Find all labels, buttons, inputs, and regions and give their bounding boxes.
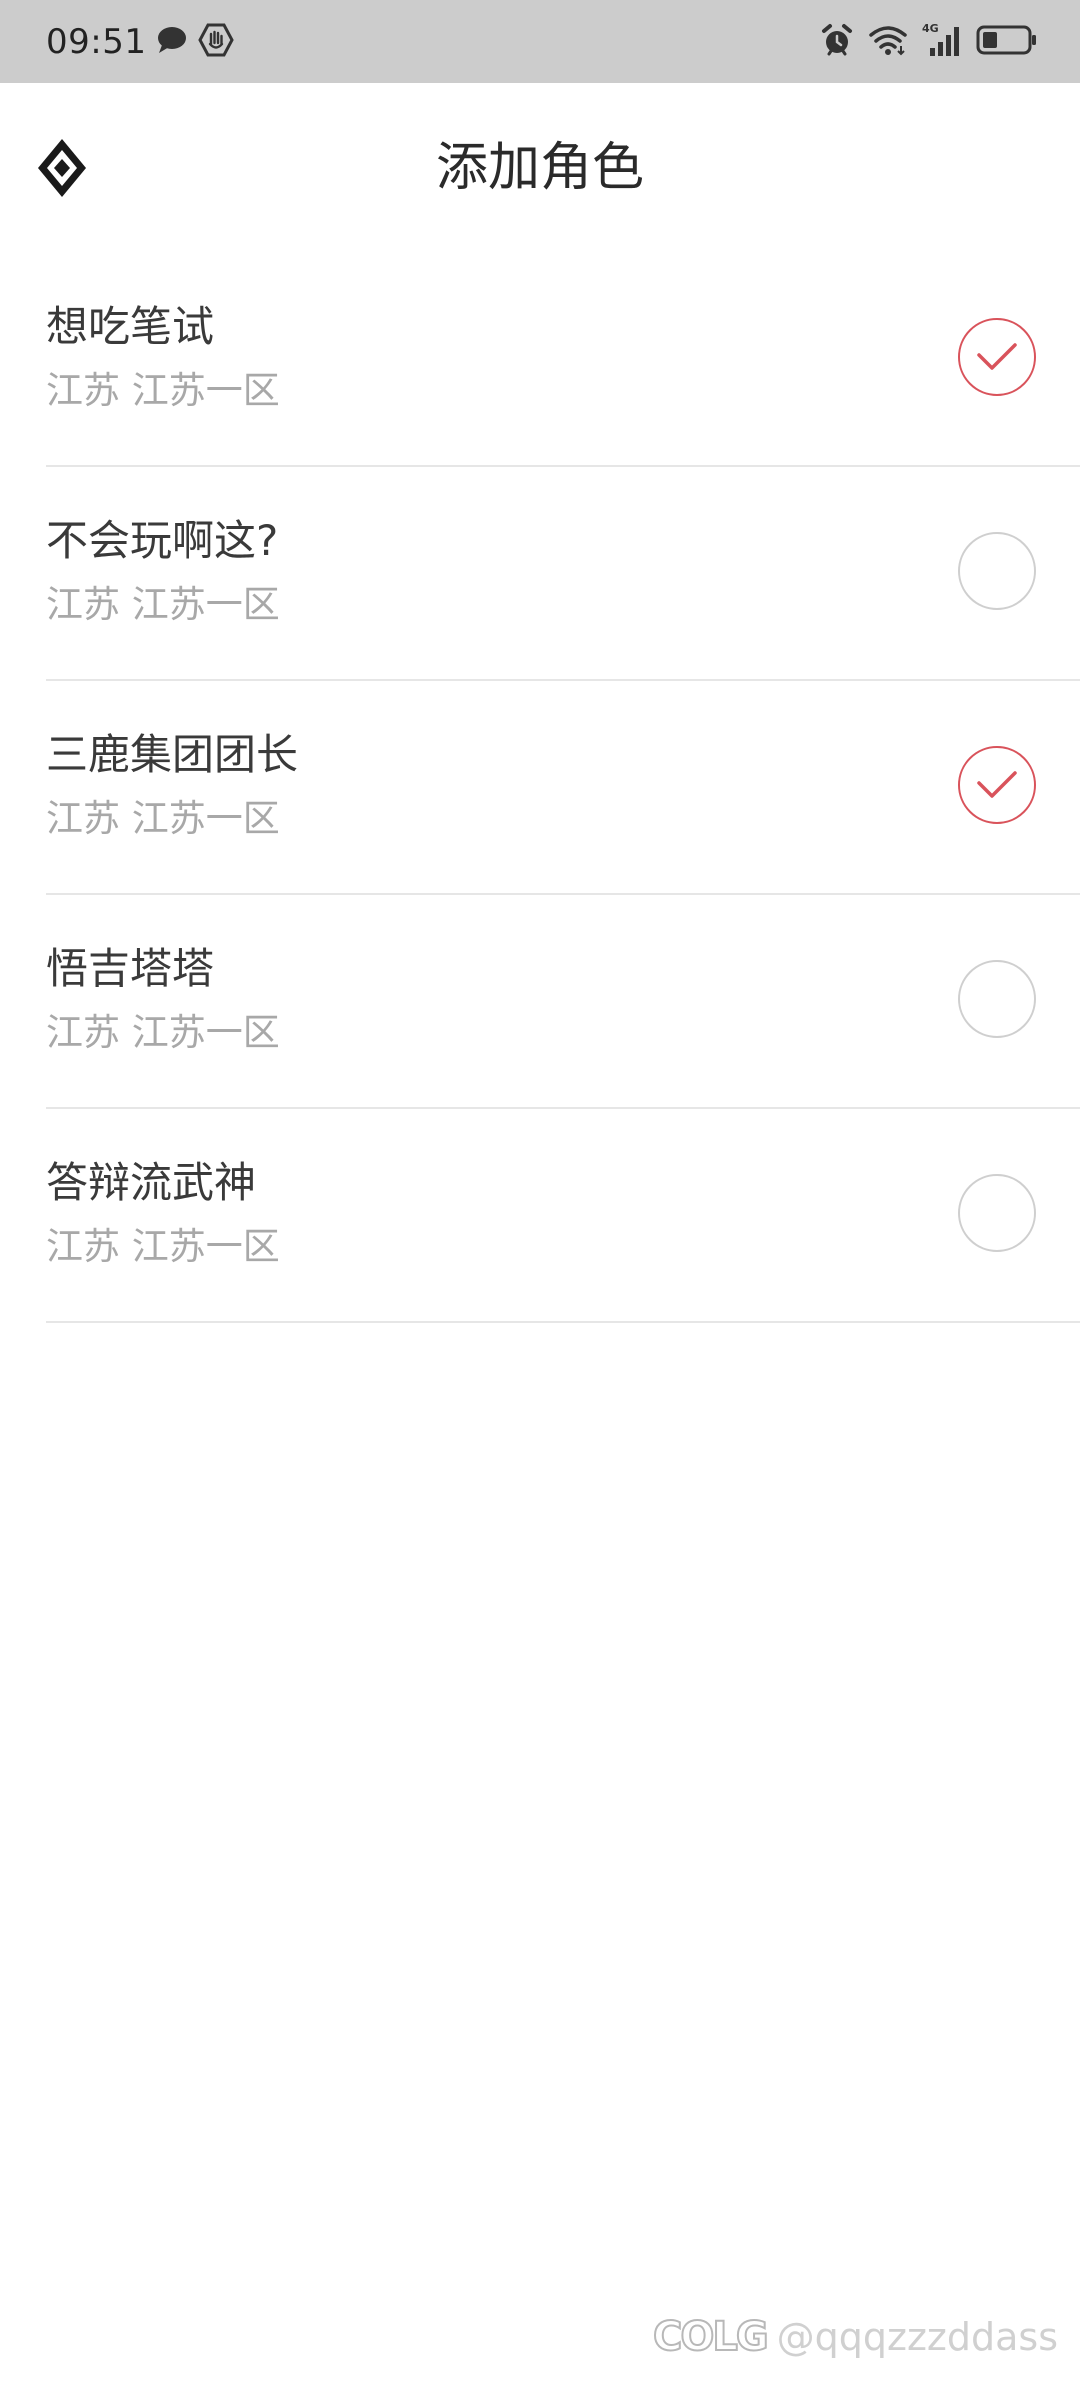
page-title: 添加角色 xyxy=(435,138,644,198)
role-checkbox[interactable] xyxy=(958,532,1036,610)
battery-icon xyxy=(976,25,1038,59)
role-item[interactable]: 悟吉塔塔 江苏 江苏一区 xyxy=(0,895,1080,1109)
role-name: 悟吉塔塔 xyxy=(46,944,215,993)
status-bar: 09:51 4G xyxy=(0,0,1080,83)
status-left: 09:51 xyxy=(46,0,235,83)
role-server: 江苏 江苏一区 xyxy=(46,1225,280,1268)
role-name: 答辩流武神 xyxy=(46,1158,257,1207)
checkmark-icon xyxy=(977,343,1017,370)
role-item[interactable]: 不会玩啊这? 江苏 江苏一区 xyxy=(0,467,1080,681)
role-name: 三鹿集团团长 xyxy=(46,730,299,779)
role-item[interactable]: 答辩流武神 江苏 江苏一区 xyxy=(0,1109,1080,1323)
role-item[interactable]: 三鹿集团团长 江苏 江苏一区 xyxy=(0,681,1080,895)
role-checkbox[interactable] xyxy=(958,746,1036,824)
role-list: 想吃笔试 江苏 江苏一区 不会玩啊这? 江苏 江苏一区 三鹿集团团长 江苏 江苏… xyxy=(0,253,1080,1323)
app-header: 添加角色 xyxy=(0,83,1080,253)
role-name: 想吃笔试 xyxy=(46,302,215,351)
network-label: 4G xyxy=(922,22,939,35)
checkmark-icon xyxy=(977,771,1017,798)
app-screen: 09:51 4G 添加角色 想吃笔试 江苏 江苏一区 不会玩啊这? 江苏 江苏一… xyxy=(0,0,1080,2400)
role-name: 不会玩啊这? xyxy=(46,516,279,565)
list-divider xyxy=(46,1321,1080,1323)
alarm-icon xyxy=(820,23,854,61)
role-server: 江苏 江苏一区 xyxy=(46,1011,280,1054)
role-server: 江苏 江苏一区 xyxy=(46,369,280,412)
status-time: 09:51 xyxy=(46,21,147,62)
role-checkbox[interactable] xyxy=(958,1174,1036,1252)
role-server: 江苏 江苏一区 xyxy=(46,583,280,626)
role-item[interactable]: 想吃笔试 江苏 江苏一区 xyxy=(0,253,1080,467)
role-checkbox[interactable] xyxy=(958,318,1036,396)
watermark: COLG @qqqzzzddass xyxy=(652,2313,1058,2361)
watermark-logo: COLG xyxy=(652,2313,770,2361)
role-checkbox[interactable] xyxy=(958,960,1036,1038)
chat-bubble-icon xyxy=(156,25,188,59)
status-right: 4G xyxy=(820,0,1038,83)
signal-4g-icon: 4G xyxy=(922,22,962,62)
wifi-icon xyxy=(868,24,908,60)
hand-shield-icon xyxy=(198,23,235,61)
role-server: 江苏 江苏一区 xyxy=(46,797,280,840)
watermark-handle: @qqqzzzddass xyxy=(776,2315,1058,2359)
